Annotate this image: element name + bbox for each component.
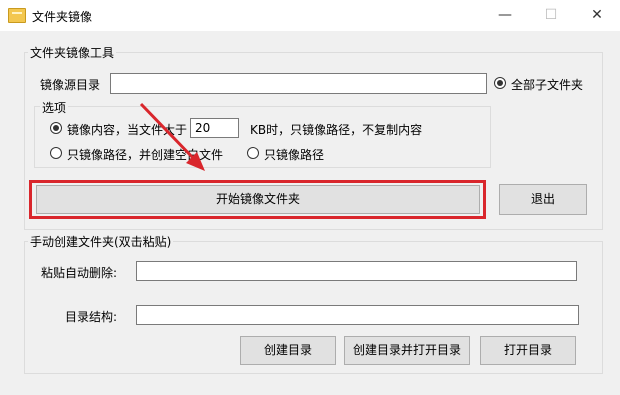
create-dir-button[interactable]: 创建目录	[240, 336, 336, 365]
manual-create-group-title: 手动创建文件夹(双击粘贴)	[28, 233, 174, 250]
paste-auto-delete-input[interactable]	[136, 261, 577, 281]
create-and-open-dir-button[interactable]: 创建目录并打开目录	[344, 336, 470, 365]
paste-auto-delete-label: 粘贴自动删除:	[41, 266, 118, 280]
dir-structure-label: 目录结构:	[65, 310, 118, 324]
open-dir-button[interactable]: 打开目录	[480, 336, 576, 365]
arrow-shaft	[139, 102, 198, 163]
dir-structure-input[interactable]	[136, 305, 579, 325]
